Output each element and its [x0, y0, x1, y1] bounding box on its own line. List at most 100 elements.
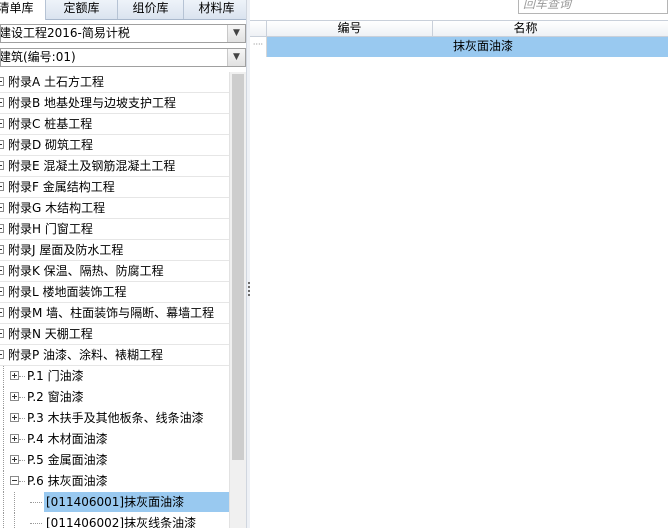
tree-node-appendix[interactable]: 附录P 油漆、涂料、裱糊工程 [0, 345, 229, 366]
tree-node-label: P.6 抹灰面油漆 [27, 474, 108, 488]
tab-label: 材料库 [198, 1, 235, 15]
tree-node-section[interactable]: P.3 木扶手及其他板条、线条油漆 [0, 408, 229, 429]
app-window: 清单库 定额库 组价库 材料库 建设工程2016-简易计税 ▼ 建筑(编号:01… [0, 0, 668, 528]
column-header-label: 编号 [337, 21, 362, 35]
grid-header: 编号 名称 [250, 20, 668, 37]
tree-node-appendix[interactable]: 附录K 保温、隔热、防腐工程 [0, 261, 229, 282]
tab-label: 组价库 [132, 1, 169, 15]
tab-label: 定额库 [63, 1, 100, 15]
row-indicator[interactable]: ···· [250, 37, 267, 57]
chevron-down-icon[interactable]: ▼ [227, 49, 245, 66]
tree-node-label: 附录H 门窗工程 [8, 222, 93, 236]
tree-node-label: P.1 门油漆 [27, 369, 84, 383]
search-placeholder: 回车查询 [523, 0, 572, 11]
tree-guide-line [3, 408, 5, 429]
search-input[interactable]: 回车查询 [518, 0, 668, 14]
tab-bill-library[interactable]: 清单库 [0, 0, 46, 20]
tree-node-appendix[interactable]: 附录B 地基处理与边坡支护工程 [0, 93, 229, 114]
tree-node-label: 附录M 墙、柱面装饰与隔断、幕墙工程 [8, 306, 215, 320]
row-cells[interactable]: 抹灰面油漆 [267, 37, 668, 57]
expand-icon[interactable] [10, 434, 19, 443]
chevron-down-icon[interactable]: ▼ [227, 25, 245, 42]
tree-guide-line [3, 492, 5, 513]
expand-icon[interactable] [10, 413, 19, 422]
bill-list-panel: 回车查询 编号 名称 ···· 抹灰面油漆 [250, 0, 668, 528]
tree-node-appendix[interactable]: 附录M 墙、柱面装饰与隔断、幕墙工程 [0, 303, 229, 324]
tab-label: 清单库 [0, 1, 34, 15]
collapse-icon[interactable] [0, 161, 4, 170]
tree-node-appendix[interactable]: 附录G 木结构工程 [0, 198, 229, 219]
tree-node-label: P.2 窗油漆 [27, 390, 84, 404]
library-panel: 清单库 定额库 组价库 材料库 建设工程2016-简易计税 ▼ 建筑(编号:01… [0, 0, 250, 528]
collapse-icon[interactable] [0, 329, 4, 338]
tree-node-appendix[interactable]: 附录J 屋面及防水工程 [0, 240, 229, 261]
collapse-icon[interactable] [0, 308, 4, 317]
library-tabs: 清单库 定额库 组价库 材料库 [0, 0, 250, 20]
collapse-icon[interactable] [0, 119, 4, 128]
tree-node-section[interactable]: P.6 抹灰面油漆 [0, 471, 229, 492]
tree-node-label: [011406001]抹灰面油漆 [44, 492, 229, 512]
tree-node-label: 附录F 金属结构工程 [8, 180, 115, 194]
expand-icon[interactable] [10, 371, 19, 380]
tree-node-label: 附录K 保温、隔热、防腐工程 [8, 264, 164, 278]
collapse-icon[interactable] [0, 140, 4, 149]
column-header-label: 名称 [513, 21, 538, 35]
tree-node-appendix[interactable]: 附录L 楼地面装饰工程 [0, 282, 229, 303]
collapse-icon[interactable] [0, 266, 4, 275]
tree-node-item[interactable]: [011406002]抹灰线条油漆 [0, 513, 229, 528]
library-select[interactable]: 建设工程2016-简易计税 ▼ [0, 24, 246, 43]
collapse-icon[interactable] [0, 98, 4, 107]
search-bar: 回车查询 [250, 0, 668, 19]
tree-node-label: P.3 木扶手及其他板条、线条油漆 [27, 411, 204, 425]
tree-node-section[interactable]: P.1 门油漆 [0, 366, 229, 387]
collapse-icon[interactable] [10, 476, 19, 485]
collapse-icon[interactable] [0, 77, 4, 86]
library-select-value: 建设工程2016-简易计税 [0, 26, 130, 40]
tree-node-section[interactable]: P.2 窗油漆 [0, 387, 229, 408]
tree-node-item[interactable]: [011406001]抹灰面油漆 [0, 492, 229, 513]
tree-node-label: 附录D 砌筑工程 [8, 138, 94, 152]
tree-node-label: 附录J 屋面及防水工程 [8, 243, 124, 257]
column-header-code[interactable]: 编号 [267, 21, 433, 37]
tree-node-appendix[interactable]: 附录N 天棚工程 [0, 324, 229, 345]
tree-node-section[interactable]: P.5 金属面油漆 [0, 450, 229, 471]
tree-node-appendix[interactable]: 附录H 门窗工程 [0, 219, 229, 240]
tree-scrollbar[interactable] [229, 72, 246, 528]
tree-node-label: 附录C 桩基工程 [8, 117, 93, 131]
tree-node-label: 附录L 楼地面装饰工程 [8, 285, 127, 299]
tree-guide-line [3, 450, 5, 471]
tree-node-label: 附录E 混凝土及钢筋混凝土工程 [8, 159, 176, 173]
tree-node-label: 附录A 土石方工程 [8, 75, 105, 89]
tree-node-label: 附录N 天棚工程 [8, 327, 93, 341]
tree-guide-line [14, 513, 16, 528]
tree-node-label: P.5 金属面油漆 [27, 453, 108, 467]
tree-node-label: [011406002]抹灰线条油漆 [46, 516, 197, 528]
collapse-icon[interactable] [0, 287, 4, 296]
tab-quota-library[interactable]: 定额库 [46, 0, 118, 19]
collapse-icon[interactable] [0, 350, 4, 359]
expand-icon[interactable] [10, 392, 19, 401]
tree-node-appendix[interactable]: 附录E 混凝土及钢筋混凝土工程 [0, 156, 229, 177]
tab-material-library[interactable]: 材料库 [184, 0, 250, 19]
collapse-icon[interactable] [0, 182, 4, 191]
tree-node-appendix[interactable]: 附录C 桩基工程 [0, 114, 229, 135]
bill-tree: 附录A 土石方工程 附录B 地基处理与边坡支护工程 附录C 桩基工程 附录D 砌… [0, 72, 229, 528]
collapse-icon[interactable] [0, 224, 4, 233]
tree-node-label: 附录G 木结构工程 [8, 201, 106, 215]
tree-node-appendix[interactable]: 附录A 土石方工程 [0, 72, 229, 93]
tree-guide-line [3, 387, 5, 408]
tree-node-section[interactable]: P.4 木材面油漆 [0, 429, 229, 450]
tree-node-appendix[interactable]: 附录F 金属结构工程 [0, 177, 229, 198]
tab-pricing-library[interactable]: 组价库 [118, 0, 184, 19]
expand-icon[interactable] [10, 455, 19, 464]
specialty-select[interactable]: 建筑(编号:01) ▼ [0, 48, 246, 67]
tree-guide-line [3, 471, 5, 492]
table-row[interactable]: ···· 抹灰面油漆 [250, 37, 668, 57]
tree-node-label: P.4 木材面油漆 [27, 432, 108, 446]
scrollbar-thumb[interactable] [232, 74, 244, 460]
cell-name: 抹灰面油漆 [453, 39, 514, 53]
collapse-icon[interactable] [0, 203, 4, 212]
column-header-name[interactable]: 名称 [433, 21, 668, 37]
collapse-icon[interactable] [0, 245, 4, 254]
tree-node-appendix[interactable]: 附录D 砌筑工程 [0, 135, 229, 156]
